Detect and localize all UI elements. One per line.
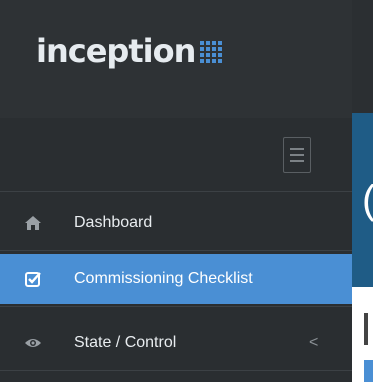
logo-area: inception (0, 0, 352, 118)
hamburger-menu-icon-bar (290, 154, 304, 156)
sidebar-item-dashboard[interactable]: Dashboard (0, 198, 352, 248)
hamburger-menu-icon (290, 148, 304, 150)
home-icon (25, 216, 41, 230)
sidebar: inception Dashboard Commissioning Checkl… (0, 0, 352, 382)
chevron-left-icon[interactable]: < (309, 334, 318, 352)
eye-icon (25, 339, 41, 347)
sidebar-item-state-control[interactable]: State / Control < (0, 318, 352, 368)
divider (0, 306, 352, 307)
divider (0, 250, 352, 251)
checkbox-icon (25, 272, 41, 287)
content-body-accent (364, 360, 373, 382)
divider (0, 191, 352, 192)
logo-text: inception (36, 32, 196, 70)
divider (0, 370, 352, 371)
logo-grid-icon (200, 41, 223, 63)
sidebar-item-label: Dashboard (74, 214, 153, 231)
sidebar-item-label: State / Control (74, 334, 177, 351)
logo[interactable]: inception (36, 30, 223, 72)
sidebar-toggle-button[interactable] (283, 137, 311, 173)
content-body-text (364, 313, 368, 345)
sidebar-item-commissioning-checklist[interactable]: Commissioning Checklist (0, 254, 352, 304)
hamburger-menu-icon-bar (290, 160, 304, 162)
sidebar-item-label: Commissioning Checklist (74, 270, 253, 287)
content-header-title: ( (362, 180, 373, 220)
